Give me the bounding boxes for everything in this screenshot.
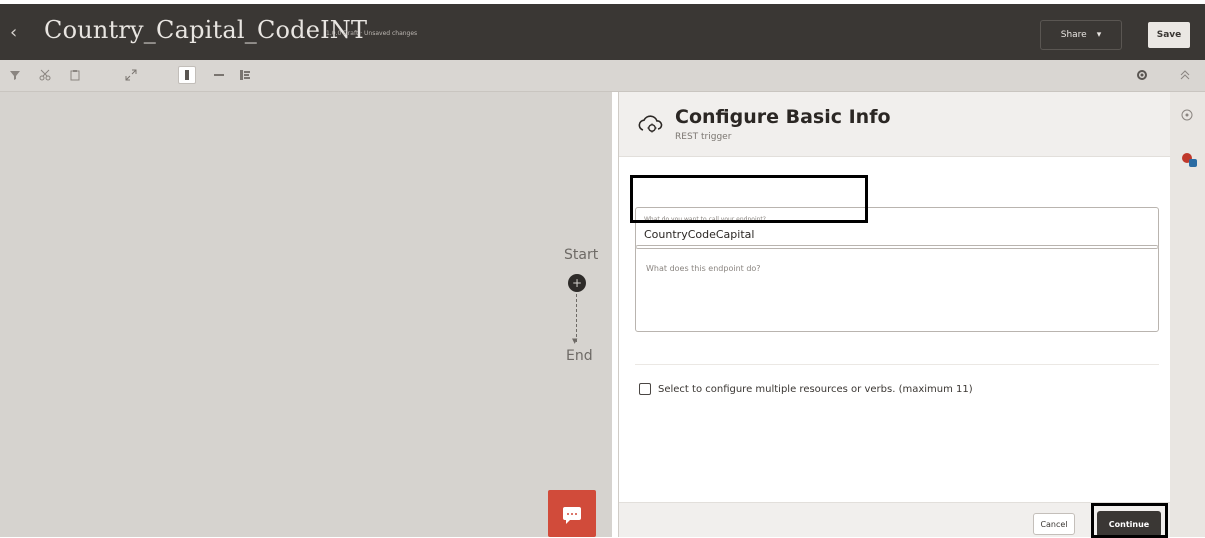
filter-icon[interactable] [6,66,24,84]
settings-icon[interactable] [1133,66,1151,84]
chevron-up-icon[interactable] [1176,66,1194,84]
endpoint-name-field[interactable]: What do you want to call your endpoint? … [635,207,1159,249]
multi-resource-checkbox-label[interactable]: Select to configure multiple resources o… [658,384,973,395]
integration-title: Country_Capital_CodeINT [44,16,368,44]
save-button[interactable]: Save [1148,22,1190,48]
flow-arrow-icon: ▼ [572,337,578,345]
paste-icon[interactable] [66,66,84,84]
panel-footer: Cancel Continue [619,502,1171,538]
share-button[interactable]: Share ▾ [1040,20,1122,50]
multi-resource-checkbox[interactable] [639,383,651,395]
endpoint-name-label: What do you want to call your endpoint? [644,216,766,223]
right-rail [1170,92,1205,537]
endpoint-name-value[interactable]: CountryCodeCapital [644,228,754,241]
cancel-button[interactable]: Cancel [1033,513,1075,535]
integration-status: 1.0.0 Draft · Unsaved changes [326,30,418,37]
panel-title: Configure Basic Info [675,106,891,128]
flow-connector [576,294,577,342]
divider [635,364,1159,365]
cut-icon[interactable] [36,66,54,84]
panel-subtitle: REST trigger [675,132,732,142]
endpoint-description-field[interactable]: What does this endpoint do? [635,245,1159,332]
expand-icon[interactable] [122,66,140,84]
panel-header: Configure Basic Info REST trigger [619,92,1171,157]
back-button[interactable]: ‹ [10,22,17,43]
palette-badge-icon[interactable] [1181,152,1199,168]
vertical-layout-icon[interactable] [178,66,196,84]
add-action-icon[interactable]: + [568,274,586,292]
canvas-toolbar [0,60,1205,92]
app-header: ‹ Country_Capital_CodeINT 1.0.0 Draft · … [0,0,1205,60]
continue-button[interactable]: Continue [1097,511,1161,537]
help-icon[interactable] [1178,106,1196,124]
rest-trigger-icon [637,112,663,136]
chat-button[interactable] [548,490,596,537]
configure-basic-info-panel: Configure Basic Info REST trigger What d… [618,92,1171,538]
chat-icon [563,507,581,524]
pseudo-layout-icon[interactable] [236,66,254,84]
share-label: Share [1060,30,1087,40]
endpoint-description-placeholder: What does this endpoint do? [646,264,761,273]
horizontal-layout-icon[interactable] [210,66,228,84]
start-label: Start [564,247,599,263]
integration-canvas[interactable]: Start + ▼ End [0,92,612,537]
end-label: End [566,348,593,364]
chevron-down-icon: ▾ [1096,30,1102,40]
multi-resource-option[interactable]: Select to configure multiple resources o… [639,383,973,395]
